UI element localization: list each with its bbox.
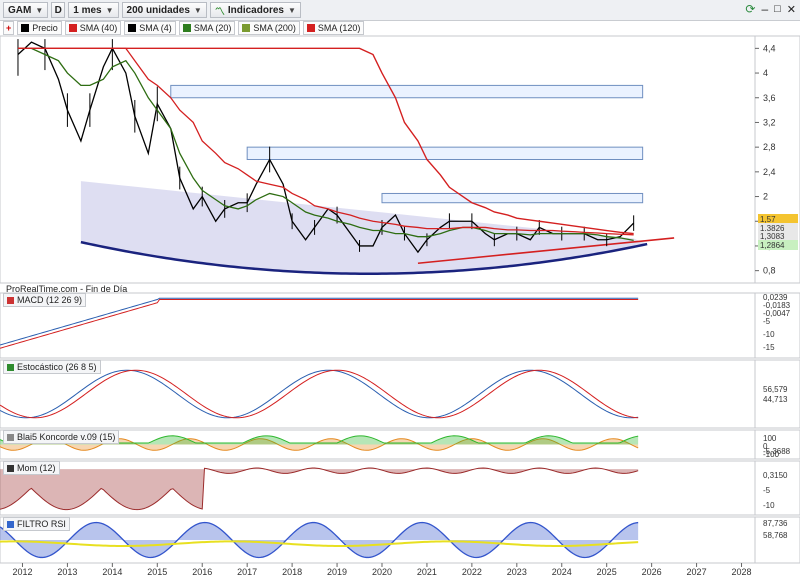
price-tick-label: 2	[763, 192, 768, 202]
price-legend: + Precio SMA (40) SMA (4) SMA (20) SMA (200)…	[0, 21, 365, 35]
price-tick-label: 4,4	[763, 43, 776, 53]
axis-value-label: -5	[763, 486, 771, 495]
legend-item[interactable]: Precio	[17, 21, 62, 35]
indicators-icon: 〽	[214, 6, 225, 18]
year-label: 2018	[282, 567, 302, 577]
axis-value-label: -15	[763, 343, 775, 352]
price-tick-label: 3,2	[763, 117, 776, 127]
panel-macd	[0, 292, 756, 359]
axis-value-label: -10	[763, 330, 775, 339]
price-tick-label: 2,8	[763, 142, 776, 152]
price-value-label: 1,2864	[760, 241, 785, 250]
legend-label: SMA (20)	[193, 23, 232, 33]
axis-value-label: 58,768	[763, 531, 788, 540]
chevron-down-icon: ▼	[35, 5, 44, 15]
macd-icon	[7, 296, 14, 304]
axis-value-label: 87,736	[763, 519, 788, 528]
year-label: 2026	[642, 567, 662, 577]
macd-panel-label[interactable]: MACD (12 26 9)	[3, 293, 87, 307]
axis-value-label: 44,713	[763, 395, 788, 404]
year-label: 2019	[327, 567, 347, 577]
legend-swatch	[306, 24, 315, 32]
year-label: 2015	[147, 567, 167, 577]
year-label: 2013	[57, 567, 77, 577]
legend-label: SMA (40)	[79, 23, 118, 33]
units-selector[interactable]: 200 unidades ▼	[121, 2, 207, 18]
symbol-label: GAM	[8, 4, 32, 16]
stoch-icon	[7, 363, 14, 371]
close-icon[interactable]: ✕	[787, 3, 796, 16]
toolbar: GAM ▼ D 1 mes ▼ 200 unidades ▼ 〽 Indicad…	[0, 0, 800, 21]
price-value-label: 1,57	[760, 215, 776, 224]
chevron-down-icon: ▼	[105, 5, 114, 15]
mom-icon	[7, 464, 14, 472]
axis-mom	[754, 460, 800, 516]
axis-value-label: -5,3688	[763, 447, 791, 456]
price-tick-label: 4	[763, 68, 768, 78]
stoch-panel-label[interactable]: Estocástico (26 8 5)	[3, 360, 101, 374]
legend-label: SMA (200)	[253, 23, 296, 33]
year-label: 2020	[372, 567, 392, 577]
indicators-label: Indicadores	[227, 4, 284, 16]
axis-stoch	[754, 359, 800, 429]
legend-item[interactable]: SMA (20)	[178, 21, 236, 35]
legend-swatch	[242, 24, 251, 32]
axis-value-label: -5	[763, 317, 771, 326]
legend-item[interactable]: SMA (4)	[124, 21, 176, 35]
year-label: 2021	[417, 567, 437, 577]
year-label: 2023	[507, 567, 527, 577]
indicators-button[interactable]: 〽 Indicadores ▼	[209, 2, 301, 18]
price-tick-label: 2,4	[763, 167, 776, 177]
units-label: 200 unidades	[126, 4, 190, 16]
year-label: 2028	[732, 567, 752, 577]
legend-item[interactable]: SMA (200)	[238, 21, 300, 35]
mom-panel-label[interactable]: Mom (12)	[3, 461, 60, 475]
symbol-selector[interactable]: GAM ▼	[3, 2, 49, 18]
axis-value-label: 0,3150	[763, 471, 788, 480]
legend-item[interactable]: SMA (40)	[64, 21, 122, 35]
refresh-icon[interactable]: ⟳	[745, 2, 755, 16]
resistance-zone	[246, 146, 644, 160]
minimize-icon[interactable]: –	[761, 2, 768, 16]
year-label: 2022	[462, 567, 482, 577]
rsi-panel-label[interactable]: FILTRO RSI	[3, 517, 70, 531]
axis-value-label: 56,579	[763, 385, 788, 394]
price-tick-label: 3,6	[763, 93, 776, 103]
legend-swatch	[21, 24, 30, 32]
koncorde-panel-label[interactable]: Blai5 Koncorde v.09 (15)	[3, 430, 120, 444]
period-selector[interactable]: 1 mes ▼	[68, 2, 119, 18]
year-label: 2012	[12, 567, 32, 577]
period-label: 1 mes	[73, 4, 102, 16]
type-button[interactable]: D	[51, 2, 66, 18]
year-label: 2014	[102, 567, 122, 577]
year-label: 2016	[192, 567, 212, 577]
maximize-icon[interactable]: □	[774, 3, 781, 15]
year-label: 2025	[597, 567, 617, 577]
legend-label: SMA (120)	[317, 23, 361, 33]
price-value-label: 1,3083	[760, 232, 785, 241]
chevron-down-icon: ▼	[287, 5, 296, 15]
legend-item[interactable]: SMA (120)	[302, 21, 365, 35]
add-indicator-button[interactable]: +	[3, 21, 15, 35]
year-label: 2027	[687, 567, 707, 577]
koncorde-icon	[7, 433, 14, 441]
price-tick-label: 0,8	[763, 266, 776, 276]
resistance-zone	[381, 192, 644, 204]
plus-icon: +	[6, 23, 12, 33]
legend-label: SMA (4)	[139, 23, 172, 33]
year-label: 2017	[237, 567, 257, 577]
year-label: 2024	[552, 567, 572, 577]
rsi-icon	[7, 520, 14, 528]
legend-swatch	[128, 24, 137, 32]
legend-label: Precio	[32, 23, 58, 33]
legend-swatch	[182, 24, 191, 32]
resistance-zone	[170, 84, 644, 99]
legend-swatch	[68, 24, 77, 32]
type-button-label: D	[54, 4, 62, 16]
panel-stoch	[0, 359, 756, 429]
axis-value-label: -10	[763, 501, 775, 510]
chevron-down-icon: ▼	[193, 5, 202, 15]
